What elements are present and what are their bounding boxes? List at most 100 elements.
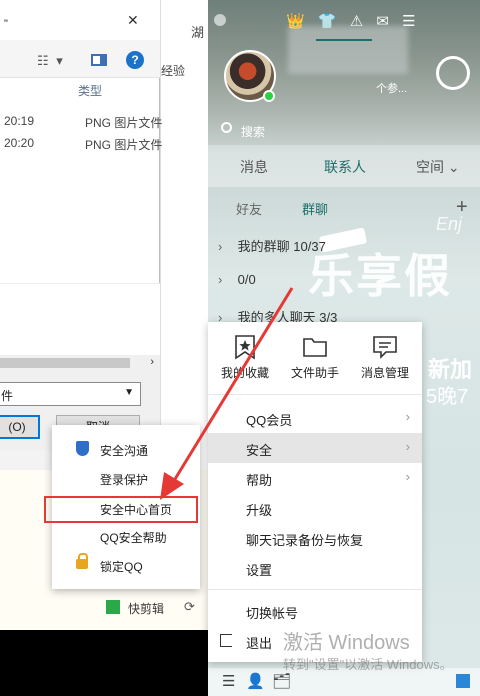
refresh-icon[interactable]: ⟳	[184, 599, 195, 615]
horizontal-scrollbar[interactable]: ›	[0, 355, 160, 371]
menu-item-label: 退出	[246, 636, 273, 651]
qq-search-bar[interactable]: 搜索	[208, 116, 480, 144]
tool-favorites[interactable]: 我的收藏	[210, 334, 280, 381]
menu-item-label: 设置	[246, 563, 273, 578]
menu-item-label: 升级	[246, 503, 273, 518]
ad-banner-headline: 乐享假	[308, 250, 452, 302]
weather-sun-icon[interactable]	[436, 56, 470, 90]
folder-icon	[303, 338, 327, 357]
chevron-right-icon: ›	[218, 239, 223, 254]
file-row[interactable]: 20:20 PNG 图片文件	[0, 132, 163, 154]
submenu-item-label: 锁定QQ	[100, 560, 143, 574]
menu-item-security[interactable]: 安全 ›	[208, 433, 422, 463]
group-count: 0/0	[237, 272, 256, 287]
group-count: 10/37	[293, 239, 326, 254]
tool-label: 文件助手	[290, 366, 339, 380]
subtab-groups[interactable]: 群聊	[302, 199, 328, 218]
view-options-icon[interactable]: ☷ ▾	[37, 53, 65, 69]
tool-label: 消息管理	[360, 366, 409, 380]
file-type: PNG 图片文件	[85, 138, 163, 152]
background-black-area	[0, 630, 210, 696]
background-tab[interactable]: 湖	[191, 22, 204, 41]
filetype-value: 件	[1, 389, 14, 403]
subtab-friends[interactable]: 好友	[236, 199, 262, 218]
highlight-box	[44, 496, 198, 523]
filetype-select[interactable]: 件 ▼	[0, 382, 141, 406]
column-header-type[interactable]: 类型	[78, 82, 102, 99]
dialog-address-bar: " ✕	[0, 0, 160, 40]
file-open-dialog: " ✕ ☷ ▾ ? 类型 20:19 PNG 图片文件 20:20 PNG 图片…	[0, 0, 163, 450]
group-list-item[interactable]: › 我的群聊 10/37	[218, 236, 326, 255]
nickname-blurred	[288, 26, 408, 74]
submenu-item-label: 登录保护	[100, 473, 149, 487]
tab-qzone[interactable]: 空间 ⌄	[416, 157, 460, 177]
submenu-item-login-protection[interactable]: 登录保护	[52, 464, 200, 492]
menu-item-label: QQ会员	[246, 413, 293, 428]
main-menu-icon[interactable]: ☰	[222, 672, 235, 690]
menu-item-qq-vip[interactable]: QQ会员 ›	[208, 403, 422, 433]
help-icon[interactable]: ?	[126, 51, 144, 69]
tool-message-manager[interactable]: 消息管理	[350, 334, 420, 381]
lock-icon	[76, 553, 88, 569]
file-time: 20:20	[4, 136, 35, 150]
search-placeholder: 搜索	[241, 125, 266, 139]
activate-windows-subtext: 转到"设置"以激活 Windows。	[283, 657, 453, 672]
menu-item-backup[interactable]: 聊天记录备份与恢复	[208, 523, 422, 553]
message-icon	[373, 336, 397, 359]
active-tab-indicator	[316, 39, 372, 41]
menu-divider	[208, 589, 422, 590]
scroll-right-icon[interactable]: ›	[150, 356, 154, 368]
submenu-item-label: QQ安全帮助	[100, 531, 167, 545]
quick-edit-button[interactable]: 快剪辑	[128, 600, 164, 617]
submenu-item-lock-qq[interactable]: 锁定QQ	[52, 551, 200, 579]
menu-item-label: 帮助	[246, 473, 273, 488]
tool-file-assistant[interactable]: 文件助手	[280, 334, 350, 381]
menu-item-help[interactable]: 帮助 ›	[208, 463, 422, 493]
exit-icon	[220, 634, 232, 647]
background-tab-2: 经验	[161, 64, 186, 78]
submenu-item-label: 安全沟通	[100, 444, 149, 458]
dialog-toolbar: ☷ ▾ ?	[0, 40, 160, 78]
chevron-right-icon: ›	[405, 439, 410, 454]
submenu-item-secure-chat[interactable]: 安全沟通	[52, 435, 200, 463]
chevron-down-icon: ▼	[124, 387, 134, 398]
signature-text[interactable]: 个参...	[376, 80, 407, 96]
editor-toolbar: 快剪辑 ⟳	[100, 598, 210, 620]
tab-contacts[interactable]: 联系人	[324, 157, 366, 177]
chevron-right-icon: ›	[405, 469, 410, 484]
dialog-preview-area	[0, 283, 160, 355]
menu-item-label: 切换帐号	[246, 606, 299, 621]
submenu-item-qq-security-help[interactable]: QQ安全帮助	[52, 522, 200, 550]
preview-pane-icon[interactable]	[91, 54, 107, 66]
ad-text-enjoy: Enj	[436, 214, 463, 234]
scissors-icon	[106, 600, 120, 614]
add-friend-icon[interactable]: 👤	[246, 672, 265, 690]
menu-item-switch-account[interactable]: 切换帐号	[208, 596, 422, 626]
chevron-right-icon: ›	[405, 409, 410, 424]
ad-banner-line3: 5晚7	[426, 386, 469, 408]
menu-item-settings[interactable]: 设置	[208, 553, 422, 583]
online-status-icon[interactable]	[263, 90, 275, 102]
file-row[interactable]: 20:19 PNG 图片文件	[0, 110, 163, 132]
group-list-item[interactable]: › 0/0	[218, 272, 256, 287]
app-manager-icon[interactable]: 🗂	[272, 672, 291, 690]
tool-label: 我的收藏	[220, 366, 269, 380]
star-bookmark-icon	[235, 335, 255, 360]
address-path[interactable]: "	[4, 18, 8, 30]
qq-main-menu: 我的收藏 文件助手 消息管理 QQ会员 › 安全 › 帮助 › 升级 聊天记录备…	[208, 322, 422, 662]
menu-item-label: 安全	[246, 443, 273, 458]
open-button[interactable]: (O)	[0, 415, 40, 439]
scrollbar-thumb[interactable]	[0, 358, 130, 368]
close-icon[interactable]: ✕	[127, 12, 139, 29]
menu-item-upgrade[interactable]: 升级	[208, 493, 422, 523]
file-type: PNG 图片文件	[85, 116, 163, 130]
menu-item-label: 聊天记录备份与恢复	[246, 533, 364, 548]
chevron-right-icon: ›	[218, 272, 223, 287]
qq-logo-icon	[214, 14, 226, 26]
tab-messages[interactable]: 消息	[240, 157, 268, 177]
qq-main-tabs: 消息 联系人 空间 ⌄	[208, 145, 480, 187]
app-grid-icon[interactable]	[456, 674, 470, 688]
search-icon	[221, 122, 232, 133]
group-label: 我的群聊	[237, 239, 290, 254]
activate-windows-watermark: 激活 Windows	[283, 632, 410, 654]
